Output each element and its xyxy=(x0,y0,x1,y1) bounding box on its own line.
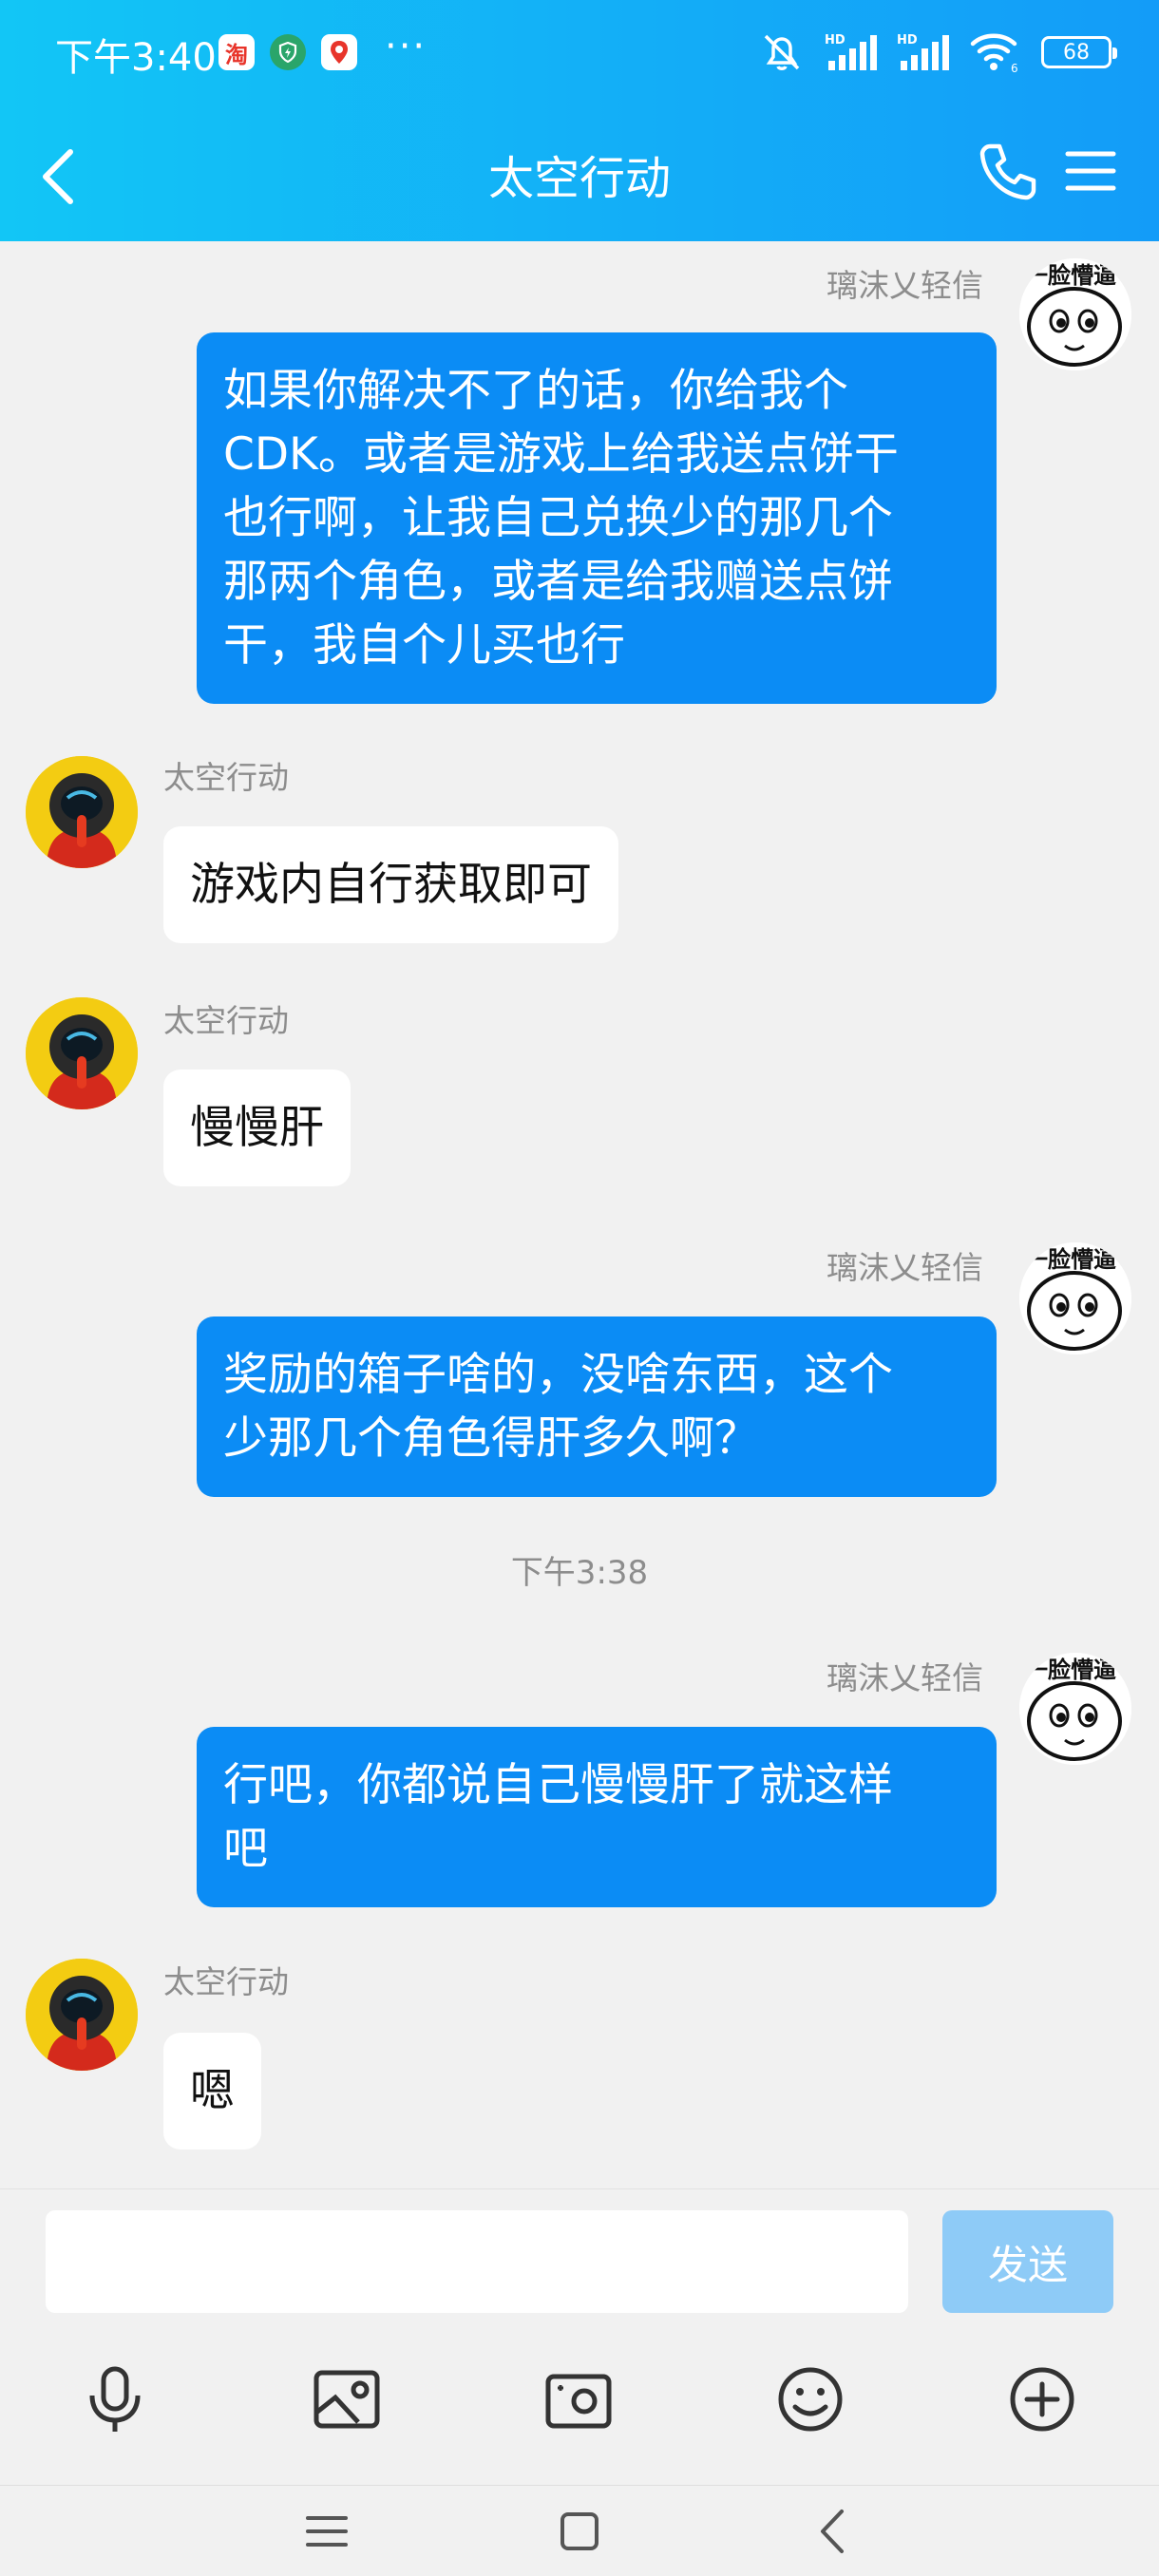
menu-button[interactable] xyxy=(1064,144,1117,198)
sender-name: 璃沫乂轻信 xyxy=(826,267,983,304)
shield-icon xyxy=(270,34,306,70)
sender-name: 璃沫乂轻信 xyxy=(826,1659,983,1696)
avatar[interactable] xyxy=(26,997,138,1109)
menu-icon xyxy=(1065,151,1116,191)
sender-name: 太空行动 xyxy=(163,759,289,796)
astronaut-avatar-icon xyxy=(26,997,138,1109)
signal-icon: HD xyxy=(825,33,877,70)
menu-icon xyxy=(306,2516,348,2547)
signal-hd-label-2: HD xyxy=(897,33,918,47)
message-bubble-outgoing[interactable]: 奖励的箱子啥的，没啥东西，这个 少那几个角色得肝多久啊？ xyxy=(197,1316,997,1497)
timestamp: 下午3:38 xyxy=(510,1554,649,1592)
header: 下午3:40 淘 ··· HD HD 6 68 太空行动 xyxy=(0,0,1159,241)
wifi-icon: 6 xyxy=(970,33,1018,74)
meme-face-avatar-icon: 一脸懵逼 xyxy=(1019,1653,1131,1765)
title-bar: 太空行动 xyxy=(0,104,1159,241)
message-bubble-incoming[interactable]: 慢慢肝 xyxy=(163,1070,351,1186)
message-bubble-incoming[interactable]: 嗯 xyxy=(163,2033,261,2150)
home-button[interactable] xyxy=(553,2505,606,2558)
call-button[interactable] xyxy=(977,141,1039,203)
sender-name: 太空行动 xyxy=(163,1963,289,2000)
mute-bell-icon xyxy=(764,34,800,70)
emoji-icon xyxy=(778,2367,843,2432)
message-line: 少那几个角色得肝多久啊？ xyxy=(223,1412,759,1465)
microphone-icon xyxy=(89,2366,141,2432)
message-bubble-incoming[interactable]: 游戏内自行获取即可 xyxy=(163,826,618,943)
message-bubble-outgoing[interactable]: 行吧，你都说自己慢慢肝了就这样 吧 xyxy=(197,1727,997,1907)
input-toolbar xyxy=(0,2357,1159,2461)
map-pin-icon xyxy=(321,34,357,70)
send-button[interactable]: 发送 xyxy=(942,2210,1113,2313)
message-line: 行吧，你都说自己慢慢肝了就这样 xyxy=(223,1759,893,1811)
system-back-button[interactable] xyxy=(806,2505,859,2558)
message-line: 那两个角色，或者是给我赠送点饼 xyxy=(223,556,893,608)
system-status-icons: HD HD 6 68 xyxy=(758,28,1117,76)
avatar[interactable]: 一脸懵逼 xyxy=(1019,1242,1131,1354)
message-line: 慢慢肝 xyxy=(190,1102,324,1154)
message-input[interactable] xyxy=(46,2210,908,2313)
astronaut-avatar-icon xyxy=(26,756,138,868)
meme-face-avatar-icon: 一脸懵逼 xyxy=(1019,258,1131,370)
signal-icon-2: HD xyxy=(897,33,949,70)
camera-button[interactable] xyxy=(536,2357,621,2442)
message-list[interactable]: 璃沫乂轻信 一脸懵逼 如果你解决不了的话，你给我个 CDK。或者是游戏上给我送点… xyxy=(0,241,1159,2188)
message-line: CDK。或者是游戏上给我送点饼干 xyxy=(223,428,899,481)
input-area: 发送 xyxy=(0,2188,1159,2485)
avatar[interactable]: 一脸懵逼 xyxy=(1019,258,1131,370)
wifi-badge: 6 xyxy=(1011,62,1018,74)
voice-button[interactable] xyxy=(72,2357,158,2442)
svg-text:一脸懵逼: 一脸懵逼 xyxy=(1025,262,1116,289)
message-line: 干，我自个儿买也行 xyxy=(223,619,625,672)
camera-icon xyxy=(545,2374,612,2429)
avatar[interactable] xyxy=(26,1959,138,2071)
battery-level: 68 xyxy=(1063,40,1090,65)
sender-name: 太空行动 xyxy=(163,1002,289,1039)
astronaut-avatar-icon xyxy=(26,1959,138,2071)
more-button[interactable] xyxy=(999,2357,1085,2442)
avatar[interactable] xyxy=(26,756,138,868)
signal-hd-label: HD xyxy=(825,33,846,47)
message-line: 嗯 xyxy=(190,2065,235,2117)
sender-name: 璃沫乂轻信 xyxy=(826,1249,983,1286)
more-notifications-icon: ··· xyxy=(385,25,428,68)
image-icon xyxy=(314,2370,380,2429)
recent-apps-button[interactable] xyxy=(300,2505,353,2558)
phone-icon xyxy=(979,143,1036,200)
gallery-button[interactable] xyxy=(304,2357,390,2442)
home-icon xyxy=(560,2512,598,2550)
avatar[interactable]: 一脸懵逼 xyxy=(1019,1653,1131,1765)
message-bubble-outgoing[interactable]: 如果你解决不了的话，你给我个 CDK。或者是游戏上给我送点饼干 也行啊，让我自己… xyxy=(197,332,997,704)
emoji-button[interactable] xyxy=(768,2357,853,2442)
message-line: 吧 xyxy=(223,1823,268,1875)
svg-text:一脸懵逼: 一脸懵逼 xyxy=(1025,1246,1116,1273)
battery-icon: 68 xyxy=(1041,36,1117,68)
meme-face-avatar-icon: 一脸懵逼 xyxy=(1019,1242,1131,1354)
message-line: 也行啊，让我自己兑换少的那几个 xyxy=(223,492,893,544)
svg-text:一脸懵逼: 一脸懵逼 xyxy=(1025,1657,1116,1683)
message-line: 游戏内自行获取即可 xyxy=(190,859,592,911)
system-nav-bar xyxy=(0,2485,1159,2576)
status-time: 下午3:40 xyxy=(55,36,217,80)
plus-icon xyxy=(1010,2367,1074,2432)
back-icon xyxy=(821,2510,844,2553)
status-bar: 下午3:40 淘 ··· HD HD 6 68 xyxy=(0,0,1159,104)
taobao-icon: 淘 xyxy=(218,34,255,70)
message-line: 如果你解决不了的话，你给我个 xyxy=(223,365,848,417)
message-line: 奖励的箱子啥的，没啥东西，这个 xyxy=(223,1349,893,1401)
